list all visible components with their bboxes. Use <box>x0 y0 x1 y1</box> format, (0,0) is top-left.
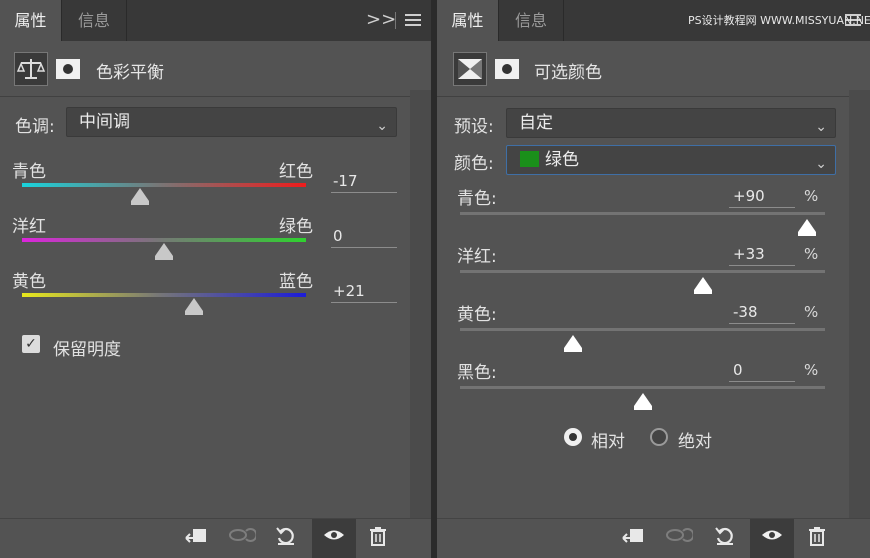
slider-right-label: 红色 <box>279 162 313 182</box>
slider-label: 青色: <box>457 189 497 209</box>
preset-label: 预设: <box>454 117 494 137</box>
layer-mask-icon[interactable] <box>493 52 527 86</box>
slider-thumb[interactable] <box>633 393 652 406</box>
menu-icon[interactable] <box>405 14 421 26</box>
slider-thumb[interactable] <box>693 277 712 290</box>
selective-color-icon <box>453 52 487 86</box>
slider-thumb-base <box>155 256 173 260</box>
chevron-down-icon: ⌄ <box>376 118 388 134</box>
slider-value[interactable]: +90 <box>733 187 765 205</box>
visibility-eye-icon[interactable] <box>758 525 786 553</box>
preserve-luminosity-checkbox[interactable]: ✓ <box>22 335 40 353</box>
tab-properties[interactable]: 属性 <box>0 0 61 41</box>
slider-label: 黄色: <box>457 305 497 325</box>
percent-unit: % <box>804 361 819 379</box>
slider-left-label: 洋红 <box>12 217 46 237</box>
chevron-down-icon: ⌄ <box>815 156 827 172</box>
clip-to-layer-icon[interactable] <box>619 525 647 553</box>
slider-thumb-base <box>564 348 583 352</box>
adjustment-title: 色彩平衡 <box>96 63 164 83</box>
percent-unit: % <box>804 245 819 263</box>
adjustment-title: 可选颜色 <box>534 63 602 83</box>
preserve-luminosity-label: 保留明度 <box>53 340 121 360</box>
slider-thumb-base <box>693 290 712 294</box>
slider-value[interactable]: +21 <box>333 282 365 300</box>
radio-absolute[interactable] <box>650 428 668 446</box>
view-previous-icon[interactable] <box>228 525 258 553</box>
chevron-down-icon: ⌄ <box>815 119 827 135</box>
slider-value[interactable]: +33 <box>733 245 765 263</box>
percent-unit: % <box>804 187 819 205</box>
slider-thumb[interactable] <box>797 219 816 232</box>
colors-value: 绿色 <box>545 150 579 170</box>
slider-value[interactable]: -38 <box>733 303 758 321</box>
preset-value: 自定 <box>519 113 553 133</box>
tone-dropdown[interactable]: 中间调 ⌄ <box>66 107 397 137</box>
expand-icon[interactable]: >> <box>366 9 396 30</box>
slider-thumb[interactable] <box>155 243 173 256</box>
percent-unit: % <box>804 303 819 321</box>
slider-thumb-base <box>633 406 652 410</box>
slider-label: 洋红: <box>457 247 497 267</box>
scrollbar[interactable] <box>410 90 431 519</box>
tab-info[interactable]: 信息 <box>499 0 563 41</box>
slider-thumb[interactable] <box>130 188 149 201</box>
tab-bar: 属性 信息 >> <box>0 0 431 41</box>
watermark: PS设计教程网 WWW.MISSYUAN.NET <box>688 14 870 27</box>
radio-relative-label: 相对 <box>591 432 625 452</box>
slider-thumb-base <box>130 201 149 205</box>
layer-mask-icon[interactable] <box>54 52 88 86</box>
slider-label: 黑色: <box>457 363 497 383</box>
tone-value: 中间调 <box>79 112 130 132</box>
slider-thumb-base <box>797 232 816 236</box>
slider-thumb[interactable] <box>564 335 583 348</box>
slider-left-label: 青色 <box>12 162 46 182</box>
reset-icon[interactable] <box>711 525 739 553</box>
clip-to-layer-icon[interactable] <box>182 525 210 553</box>
panel-footer <box>0 519 431 558</box>
color-balance-properties-panel: 属性 信息 >> 色彩平衡 色调: 中间调 ⌄ 青色 红色 -17 洋红 绿色 … <box>0 0 431 558</box>
tone-label: 色调: <box>15 117 55 137</box>
radio-relative[interactable] <box>564 428 582 446</box>
radio-absolute-label: 绝对 <box>678 432 712 452</box>
slider-value[interactable]: 0 <box>733 361 743 379</box>
colors-label: 颜色: <box>454 154 494 174</box>
preset-dropdown[interactable]: 自定 ⌄ <box>506 108 836 138</box>
colors-dropdown[interactable]: 绿色 ⌄ <box>506 145 836 175</box>
delete-trash-icon[interactable] <box>364 525 392 553</box>
color-swatch <box>520 151 539 167</box>
reset-icon[interactable] <box>272 525 300 553</box>
slider-thumb-base <box>184 311 203 315</box>
slider-thumb[interactable] <box>184 298 203 311</box>
slider-right-label: 蓝色 <box>279 272 313 292</box>
slider-left-label: 黄色 <box>12 272 46 292</box>
tab-properties[interactable]: 属性 <box>437 0 498 41</box>
visibility-eye-icon[interactable] <box>320 525 348 553</box>
slider-value[interactable]: -17 <box>333 172 358 190</box>
selective-color-properties-panel: 属性 信息 可选颜色 预设: 自定 ⌄ 颜色: 绿色 ⌄ 青色: +90 % 洋… <box>437 0 870 558</box>
delete-trash-icon[interactable] <box>803 525 831 553</box>
scrollbar[interactable] <box>849 90 870 519</box>
view-previous-icon[interactable] <box>665 525 695 553</box>
tab-info[interactable]: 信息 <box>62 0 126 41</box>
panel-footer <box>437 519 870 558</box>
balance-scale-icon <box>14 52 48 86</box>
slider-value[interactable]: 0 <box>333 227 343 245</box>
slider-right-label: 绿色 <box>279 217 313 237</box>
